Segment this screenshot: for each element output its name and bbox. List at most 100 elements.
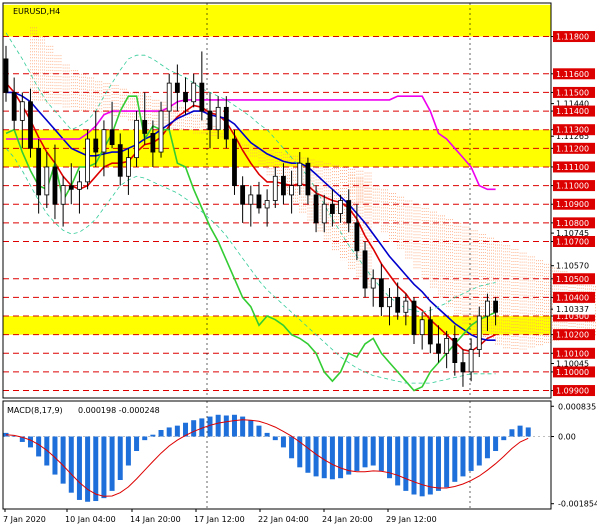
macd-values: 0.000198 -0.000248 — [78, 406, 160, 415]
x-axis-label: 17 Jan 12:00 — [194, 515, 245, 524]
macd-bar — [280, 436, 286, 448]
macd-bar — [125, 436, 131, 466]
candle-body — [444, 337, 450, 354]
macd-bar — [223, 415, 229, 437]
macd-bar — [166, 427, 172, 437]
price-label: 1.11600 — [556, 70, 589, 79]
macd-axis-label: 0.000835 — [558, 402, 596, 411]
candle-body — [460, 362, 466, 373]
macd-bar — [460, 436, 466, 477]
yellow-zone-2 — [3, 316, 551, 335]
eurusd-chart: 1.118001.116001.115001.114401.114001.112… — [0, 0, 597, 529]
macd-bar — [44, 436, 50, 466]
macd-bar — [215, 414, 221, 437]
macd-bar — [476, 436, 482, 466]
candle-body — [493, 300, 499, 313]
macd-bar — [305, 436, 311, 473]
macd-bar — [289, 436, 295, 459]
candle-body — [93, 138, 99, 153]
macd-bar — [484, 436, 490, 459]
macd-bar — [329, 436, 335, 480]
x-axis-label: 22 Jan 04:00 — [258, 515, 309, 524]
candle-body — [77, 181, 82, 190]
yellow-zone-0 — [3, 4, 551, 37]
candle-body — [60, 185, 66, 205]
price-label: 1.10400 — [556, 293, 589, 302]
x-axis-label: 7 Jan 2020 — [3, 515, 46, 524]
price-label: 1.10900 — [556, 200, 589, 209]
candle-body — [321, 203, 327, 224]
price-label: 1.09900 — [556, 387, 589, 396]
candle-body — [305, 162, 311, 196]
candle-body — [158, 110, 164, 153]
macd-bar — [346, 436, 352, 475]
macd-bar — [338, 436, 344, 479]
macd-bar — [501, 436, 507, 441]
candle-body — [370, 278, 376, 289]
candle-body — [240, 185, 246, 205]
macd-bar — [27, 436, 33, 448]
macd-bar — [231, 414, 237, 437]
macd-bar — [174, 425, 180, 437]
candle-body — [109, 129, 115, 146]
macd-bar — [60, 436, 66, 484]
price-label: 1.11500 — [556, 88, 589, 97]
macd-bar — [158, 429, 164, 437]
candle-body — [85, 138, 90, 183]
candle-body — [134, 119, 139, 159]
macd-bar — [354, 436, 360, 471]
macd-bar — [313, 436, 319, 477]
macd-axis-label: 0.00 — [558, 433, 576, 442]
macd-bar — [517, 425, 523, 437]
x-axis-label: 29 Jan 12:00 — [386, 515, 437, 524]
macd-bar — [134, 436, 140, 452]
candle-body — [427, 319, 433, 345]
macd-bar — [93, 436, 99, 502]
price-label: 1.10570 — [556, 262, 589, 271]
price-label: 1.10200 — [556, 331, 589, 340]
macd-bar — [85, 436, 91, 502]
macd-bar — [427, 436, 433, 495]
candle-body — [11, 92, 17, 121]
macd-bar — [468, 436, 474, 471]
candle-body — [150, 133, 156, 153]
candle-body — [3, 58, 9, 93]
candle-body — [281, 175, 286, 196]
candle-body — [126, 157, 131, 177]
macd-bar — [370, 436, 376, 466]
price-label: 1.11200 — [556, 144, 589, 153]
price-label: 1.11300 — [556, 126, 589, 135]
candle-body — [346, 200, 352, 224]
macd-bar — [101, 436, 107, 499]
macd-axis-label: -0.001854 — [558, 500, 597, 509]
macd-bar — [403, 436, 409, 491]
macd-bar — [395, 436, 401, 486]
candle-body — [395, 296, 401, 313]
macd-bar — [76, 436, 82, 500]
candle-body — [191, 82, 197, 103]
candle-body — [232, 138, 237, 186]
macd-bar — [444, 436, 450, 488]
macd-bar — [378, 436, 384, 471]
candle-body — [297, 162, 303, 186]
candle-body — [36, 147, 42, 196]
chart-title: EURUSD,H4 — [13, 7, 60, 16]
candle-body — [329, 203, 335, 214]
macd-bar — [117, 436, 123, 481]
candle-body — [338, 200, 343, 214]
price-label: 1.10700 — [556, 237, 589, 246]
candle-body — [387, 296, 392, 308]
macd-bar — [191, 420, 197, 437]
candle-body — [419, 319, 425, 336]
macd-bar — [509, 429, 515, 437]
x-axis-label: 14 Jan 20:00 — [130, 515, 181, 524]
macd-bar — [142, 436, 148, 441]
candle-body — [199, 82, 205, 112]
candle-body — [362, 250, 368, 289]
candle-body — [264, 200, 270, 209]
candle-body — [403, 300, 409, 313]
candle-body — [142, 119, 148, 134]
macd-bar — [109, 436, 115, 491]
candle-body — [411, 300, 417, 336]
macd-bar — [419, 436, 425, 497]
